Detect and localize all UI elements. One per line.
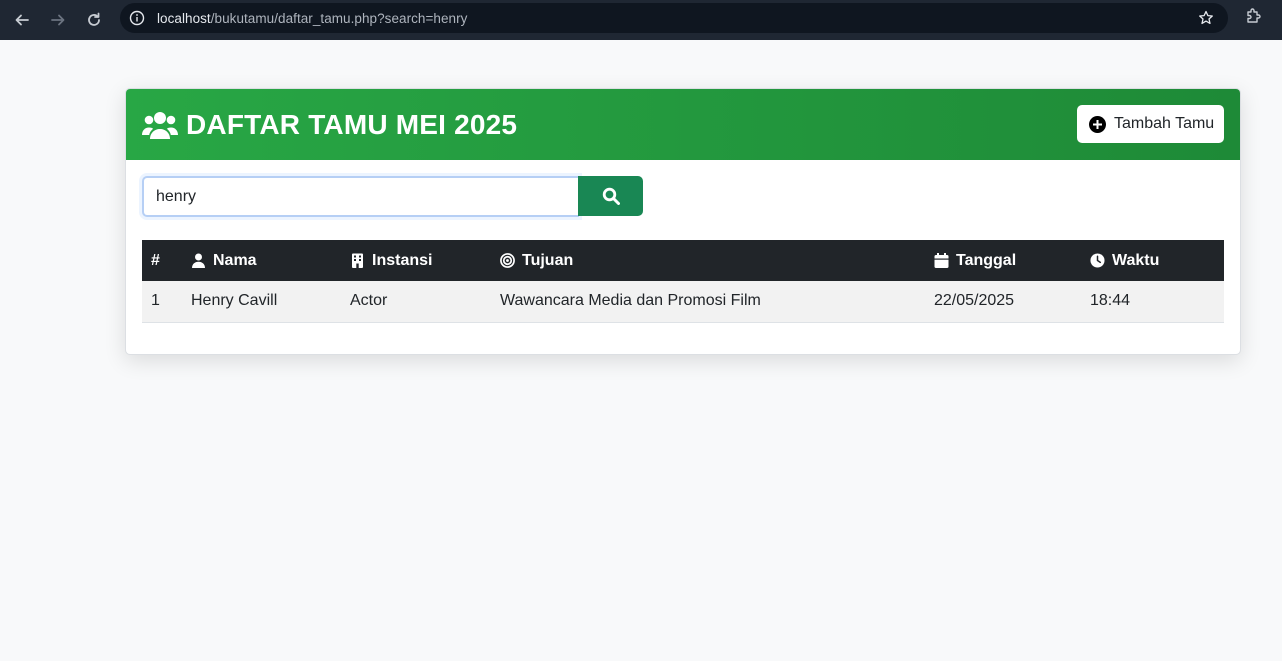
arrow-left-icon xyxy=(15,14,29,26)
column-header-nama: Nama xyxy=(182,240,341,281)
clock-icon xyxy=(1090,253,1105,268)
column-header-tanggal: Tanggal xyxy=(925,240,1081,281)
add-guest-label: Tambah Tamu xyxy=(1114,115,1215,132)
user-icon xyxy=(192,253,205,268)
bookmark-star-icon[interactable] xyxy=(1198,10,1214,26)
column-header-tujuan: Tujuan xyxy=(491,240,925,281)
table-header-row: # Nama Instansi Tujuan Tanggal Waktu xyxy=(142,240,1224,281)
table-body: 1 Henry Cavill Actor Wawancara Media dan… xyxy=(142,281,1224,322)
cell-waktu: 18:44 xyxy=(1090,292,1131,310)
url-text: localhost/bukutamu/daftar_tamu.php?searc… xyxy=(157,11,467,26)
reload-button[interactable] xyxy=(80,6,108,34)
column-header-number: # xyxy=(142,240,182,281)
building-icon xyxy=(352,253,363,268)
cell-tanggal: 22/05/2025 xyxy=(934,292,1015,310)
url-host: localhost xyxy=(157,10,211,26)
column-header-label: Nama xyxy=(213,251,257,269)
plus-circle-icon xyxy=(1089,115,1106,133)
column-header-waktu: Waktu xyxy=(1081,240,1224,281)
column-header-label: Tujuan xyxy=(522,251,574,269)
search-icon xyxy=(602,187,620,205)
card-header: DAFTAR TAMU MEI 2025 Tambah Tamu xyxy=(126,89,1240,160)
cell-nama: Henry Cavill xyxy=(191,292,278,310)
address-bar[interactable]: localhost/bukutamu/daftar_tamu.php?searc… xyxy=(120,3,1228,33)
cell-tujuan: Wawancara Media dan Promosi Film xyxy=(500,292,761,310)
column-header-label: Tanggal xyxy=(956,251,1017,269)
page-title: DAFTAR TAMU MEI 2025 xyxy=(186,108,518,140)
table-row: 1 Henry Cavill Actor Wawancara Media dan… xyxy=(142,281,1224,322)
forward-button[interactable] xyxy=(44,6,72,34)
users-icon xyxy=(142,111,178,139)
table-head: # Nama Instansi Tujuan Tanggal Waktu xyxy=(142,240,1224,281)
extensions-puzzle-icon[interactable] xyxy=(1245,7,1263,25)
column-header-instansi: Instansi xyxy=(341,240,491,281)
reload-icon xyxy=(88,12,100,26)
url-path: /bukutamu/daftar_tamu.php?search=henry xyxy=(210,10,468,26)
guest-list-card: DAFTAR TAMU MEI 2025 Tambah Tamu # Nama xyxy=(125,88,1241,355)
column-header-label: # xyxy=(151,251,160,269)
arrow-right-icon xyxy=(51,14,65,26)
search-button[interactable] xyxy=(578,176,643,216)
search-input[interactable] xyxy=(142,176,579,217)
cell-instansi: Actor xyxy=(350,292,388,310)
browser-toolbar: localhost/bukutamu/daftar_tamu.php?searc… xyxy=(0,0,1282,40)
info-icon[interactable] xyxy=(129,10,145,26)
back-button[interactable] xyxy=(8,6,36,34)
calendar-icon xyxy=(934,253,949,268)
bullseye-icon xyxy=(500,253,515,268)
guest-table: # Nama Instansi Tujuan Tanggal Waktu 1 H… xyxy=(142,240,1224,323)
column-header-label: Instansi xyxy=(372,251,433,269)
column-header-label: Waktu xyxy=(1112,251,1160,269)
cell-number: 1 xyxy=(151,292,160,310)
add-guest-button[interactable]: Tambah Tamu xyxy=(1077,105,1224,143)
